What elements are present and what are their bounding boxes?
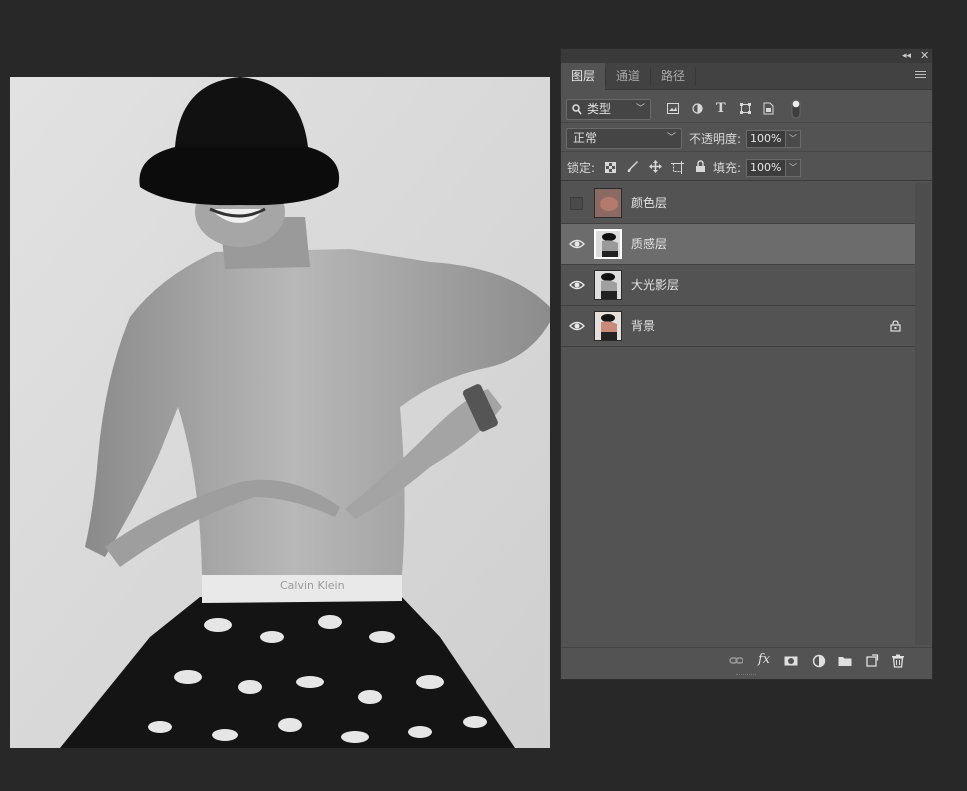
panel-resize-grip[interactable] — [736, 674, 756, 678]
collapse-panel-icon[interactable]: ◂◂ — [902, 49, 911, 63]
link-layers-icon[interactable] — [729, 654, 743, 668]
lock-position-icon[interactable] — [649, 160, 662, 173]
opacity-label: 不透明度: — [689, 132, 742, 146]
eye-icon[interactable] — [569, 279, 585, 291]
tab-layers[interactable]: 图层 — [561, 63, 605, 90]
layer-thumbnail-color — [594, 188, 622, 218]
layer-row-color[interactable]: 颜色层 — [561, 183, 915, 224]
layers-panel: ◂◂ ✕ 图层 通道 路径 类型 ﹀ T 正常 ﹀ 不透明度: 100% ﹀ 锁… — [560, 48, 933, 680]
grayscale-photo-thumb — [596, 231, 620, 257]
panel-title-bar: ◂◂ ✕ — [561, 49, 932, 63]
add-mask-icon[interactable] — [784, 654, 798, 668]
layer-thumbnail-light-shadow — [594, 270, 622, 300]
filter-type-dropdown[interactable]: 类型 ﹀ — [566, 99, 651, 120]
tab-paths[interactable]: 路径 — [651, 63, 695, 90]
lock-image-pixels-icon[interactable] — [627, 161, 639, 173]
panel-menu-icon[interactable] — [915, 71, 926, 80]
new-group-icon[interactable] — [838, 654, 852, 668]
layer-thumbnail-background — [594, 311, 622, 341]
filter-row: 类型 ﹀ T — [561, 97, 932, 123]
color-photo-thumb — [595, 312, 621, 340]
adjustment-layer-icon[interactable] — [812, 654, 826, 668]
filter-toggle-icon[interactable] — [791, 99, 801, 119]
filter-type-label: 类型 — [587, 102, 612, 116]
document-canvas[interactable]: Calvin Klein — [10, 77, 550, 748]
lock-all-icon[interactable] — [695, 160, 706, 173]
waistband-text: Calvin Klein — [280, 579, 345, 592]
panel-footer: fx — [561, 647, 932, 673]
delete-layer-icon[interactable] — [891, 654, 905, 668]
visibility-toggle-off[interactable] — [570, 197, 583, 210]
blend-row: 正常 ﹀ 不透明度: 100% ﹀ — [561, 126, 932, 152]
prevent-autonest-icon[interactable] — [671, 161, 684, 174]
shape-filter-icon[interactable] — [740, 103, 751, 114]
fill-chevron-icon[interactable]: ﹀ — [786, 159, 801, 177]
eye-icon[interactable] — [569, 320, 585, 332]
lock-icon[interactable] — [890, 320, 901, 332]
new-layer-icon[interactable] — [865, 654, 879, 668]
layer-name: 大光影层 — [631, 278, 680, 292]
eye-icon[interactable] — [569, 238, 585, 250]
smart-object-filter-icon[interactable] — [763, 102, 774, 115]
fill-label: 填充: — [713, 161, 742, 175]
color-swatch-thumb — [595, 189, 621, 217]
layer-row-background[interactable]: 背景 — [561, 306, 915, 347]
opacity-input[interactable]: 100% — [746, 130, 786, 148]
tab-divider — [695, 67, 696, 86]
search-icon — [572, 104, 582, 115]
layers-scrollbar[interactable] — [915, 183, 931, 645]
layer-row-big-light-shadow[interactable]: 大光影层 — [561, 265, 915, 306]
workspace: Calvin Klein ◂◂ ✕ 图层 通道 路径 类型 ﹀ T 正常 ﹀ 不… — [0, 0, 967, 791]
lock-row: 锁定: 填充: 100% ﹀ — [561, 155, 932, 181]
fx-icon[interactable]: fx — [758, 652, 776, 667]
layer-row-texture[interactable]: 质感层 — [561, 224, 915, 265]
pixel-filter-icon[interactable] — [667, 103, 679, 114]
lock-label: 锁定: — [567, 161, 596, 175]
opacity-chevron-icon[interactable]: ﹀ — [786, 130, 801, 148]
fill-input[interactable]: 100% — [746, 159, 786, 177]
photo-image: Calvin Klein — [10, 77, 550, 748]
lock-transparent-pixels-icon[interactable] — [605, 162, 616, 173]
chevron-down-icon: ﹀ — [666, 133, 676, 143]
layer-thumbnail-texture — [594, 229, 622, 259]
blend-mode-value: 正常 — [573, 131, 598, 145]
layer-name: 背景 — [631, 319, 656, 333]
type-filter-icon[interactable]: T — [716, 101, 726, 116]
panel-tabbar: 图层 通道 路径 — [561, 63, 932, 90]
blend-mode-dropdown[interactable]: 正常 ﹀ — [566, 128, 682, 149]
grayscale-photo-thumb — [595, 271, 621, 299]
tab-channels[interactable]: 通道 — [606, 63, 650, 90]
chevron-down-icon: ﹀ — [635, 104, 645, 114]
layer-name: 质感层 — [631, 237, 668, 251]
close-panel-icon[interactable]: ✕ — [920, 49, 929, 63]
layer-name: 颜色层 — [631, 196, 668, 210]
adjustment-filter-icon[interactable] — [692, 103, 703, 114]
layers-list: 颜色层 质感层 大光影层 背景 — [561, 183, 915, 645]
